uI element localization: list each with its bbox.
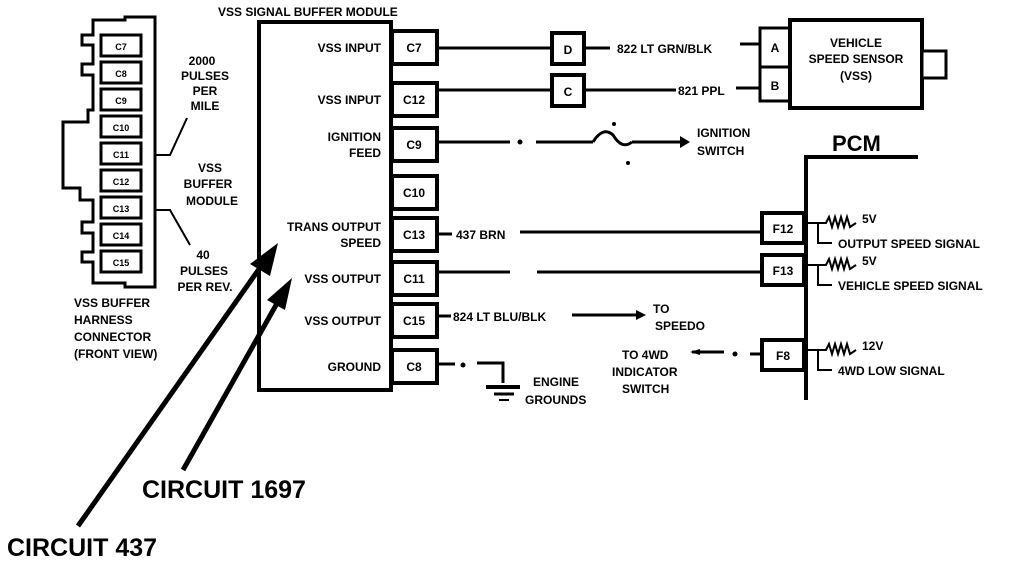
signal-branch	[806, 349, 832, 371]
buffer-module-box	[257, 20, 393, 392]
callout-circuit-437: CIRCUIT 437	[7, 534, 157, 562]
wiring-diagram: C7 C8 C9 C10 C11 C12 C13 C14 C15 2000 PULSES PER…	[7, 5, 983, 562]
wire-824-label: 824 LT BLU/BLK	[453, 310, 546, 324]
module-pin-label: C11	[403, 272, 425, 286]
module-pin-label: C7	[406, 41, 422, 55]
connector-label-2: HARNESS	[74, 313, 133, 327]
module-row-label: VSS INPUT	[318, 93, 382, 107]
module-pin-label: C9	[406, 138, 422, 152]
splice-dot	[517, 139, 523, 145]
connector-pin-label: C13	[113, 204, 130, 214]
module-row-label: GROUND	[328, 360, 382, 374]
module-row-label: IGNITION	[328, 130, 381, 144]
connector-pin-label: C9	[115, 96, 127, 106]
module-pin-label: C8	[406, 360, 422, 374]
engine-grounds-label-2: GROUNDS	[525, 393, 586, 407]
connector-pin-label: C14	[113, 231, 130, 241]
module-pin-label: C15	[403, 314, 425, 328]
pcm-signal-label: OUTPUT SPEED SIGNAL	[838, 237, 980, 251]
pull-up-voltage: 12V	[862, 339, 883, 353]
connector-d-label: D	[564, 43, 573, 57]
f8-source-label-1: TO 4WD	[622, 348, 669, 362]
connector-label-3: CONNECTOR	[74, 330, 151, 344]
f8-source-label-2: INDICATOR	[612, 365, 678, 379]
module-row-label: VSS OUTPUT	[304, 314, 381, 328]
module-pin-label: C10	[403, 186, 425, 200]
connector-pin-label: C15	[113, 258, 130, 268]
arrow-right-icon	[680, 136, 690, 148]
pcm-terminal-label: F8	[776, 349, 790, 363]
speedo-label-1: TO	[653, 302, 669, 316]
leader-line-pulses-per-mile	[155, 117, 188, 156]
signal-branch	[806, 264, 832, 286]
resistor-icon	[818, 340, 857, 358]
note-mid-2: BUFFER	[184, 177, 233, 191]
module-row-label: TRANS OUTPUT	[287, 220, 382, 234]
wire-821-label: 821 PPL	[678, 84, 725, 98]
module-row-label: VSS INPUT	[318, 41, 382, 55]
module-pin-label: C12	[403, 93, 425, 107]
leader-line-pulses-per-rev	[155, 209, 191, 246]
connector-pin-label: C7	[115, 42, 127, 52]
pull-up-voltage: 5V	[862, 212, 877, 226]
wire-822-label: 822 LT GRN/BLK	[617, 42, 712, 56]
module-row-label: SPEED	[340, 236, 381, 250]
note-top-1: 2000	[189, 54, 216, 68]
pcm-signal-label: VEHICLE SPEED SIGNAL	[838, 279, 983, 293]
engine-grounds-label-1: ENGINE	[533, 375, 579, 389]
ignition-switch-label-2: SWITCH	[697, 144, 744, 158]
sensor-pin-a: A	[771, 41, 780, 55]
connector-pin-label: C10	[113, 123, 130, 133]
resistor-icon	[818, 255, 857, 273]
connector-pin-label: C11	[113, 150, 129, 160]
sensor-label-2: SPEED SENSOR	[809, 52, 904, 66]
connector-label-1: VSS BUFFER	[74, 296, 150, 310]
connector-c-label: C	[564, 85, 573, 99]
note-top-2: PULSES	[181, 69, 229, 83]
wire-437-label: 437 BRN	[456, 228, 505, 242]
pcm-title: PCM	[832, 131, 881, 156]
pcm-signal-label: 4WD LOW SIGNAL	[838, 364, 945, 378]
pcm-terminal-label: F12	[773, 222, 794, 236]
pull-up-voltage: 5V	[862, 254, 877, 268]
note-mid-3: MODULE	[186, 194, 238, 208]
signal-branch	[806, 222, 832, 244]
callout-circuit-1697: CIRCUIT 1697	[142, 476, 306, 504]
splice-dot	[460, 362, 466, 368]
sensor-pin-b: B	[771, 79, 780, 93]
fuse-dot-top	[612, 122, 616, 126]
sensor-label-1: VEHICLE	[830, 36, 882, 50]
module-row-label: VSS OUTPUT	[304, 272, 381, 286]
splice-dot	[732, 351, 738, 357]
connector-pin-label: C12	[113, 177, 130, 187]
pcm-terminal-label: F13	[773, 264, 794, 278]
note-bottom-3: PER REV.	[178, 280, 233, 294]
note-bottom-1: 40	[196, 248, 210, 262]
note-bottom-2: PULSES	[180, 264, 228, 278]
note-top-3: PER	[193, 84, 218, 98]
arrow-right-icon	[636, 310, 646, 320]
connector-label-4: (FRONT VIEW)	[74, 347, 157, 361]
ignition-switch-label-1: IGNITION	[697, 126, 750, 140]
resistor-icon	[818, 213, 857, 231]
module-pin-label: C13	[403, 228, 425, 242]
speedo-label-2: SPEEDO	[655, 319, 705, 333]
fuse-dot-bottom	[626, 161, 630, 165]
sensor-label-3: (VSS)	[840, 69, 872, 83]
sensor-nub	[920, 49, 948, 80]
wire-to-ground	[477, 361, 505, 383]
module-row-label: FEED	[349, 146, 381, 160]
fuse-icon	[591, 130, 633, 147]
f8-source-label-3: SWITCH	[622, 382, 669, 396]
connector-pin-label: C8	[115, 69, 127, 79]
note-top-4: MILE	[191, 99, 220, 113]
module-title: VSS SIGNAL BUFFER MODULE	[218, 5, 398, 19]
note-mid-1: VSS	[198, 161, 222, 175]
harness-connector: C7 C8 C9 C10 C11 C12 C13 C14 C15	[61, 15, 191, 289]
